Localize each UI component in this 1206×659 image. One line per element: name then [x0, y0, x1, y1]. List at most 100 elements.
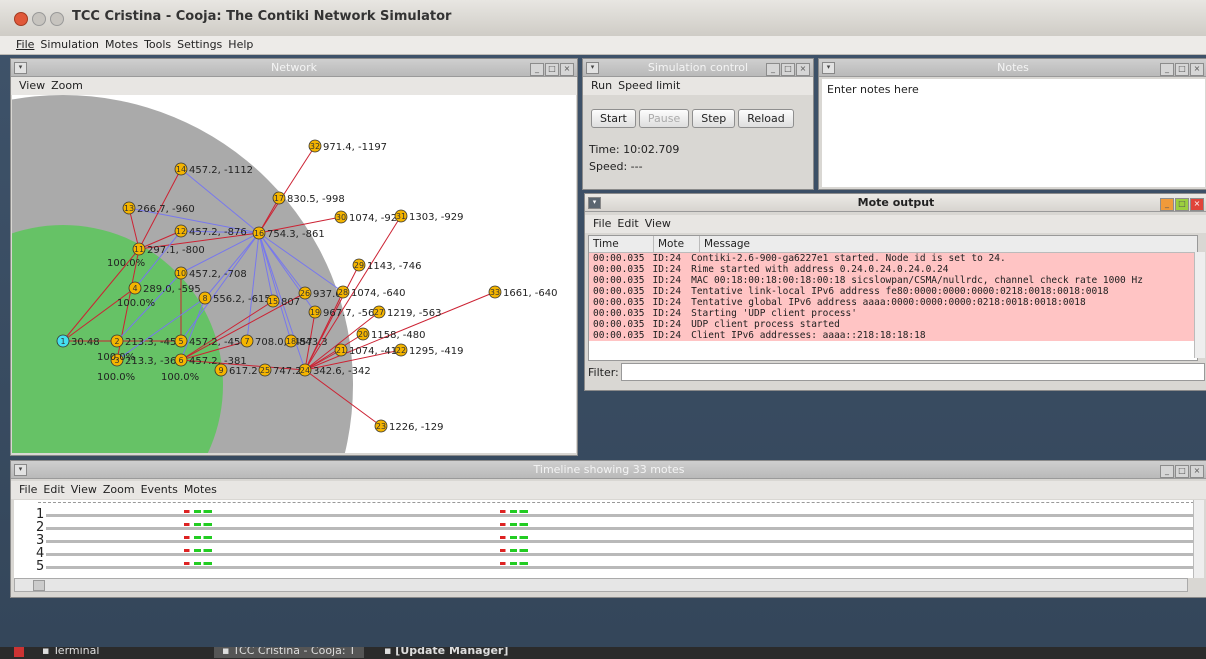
- close-icon[interactable]: ×: [796, 63, 810, 76]
- menu-file[interactable]: File: [593, 217, 611, 230]
- table-row[interactable]: 00:00.035 ID:24 Contiki-2.6-900-ga6227e1 s…: [589, 253, 1149, 264]
- step-button[interactable]: Step: [692, 109, 736, 128]
- menu-speed-limit[interactable]: Speed limit: [618, 79, 680, 92]
- timeline-mote-label[interactable]: 5: [36, 560, 44, 573]
- app-menu-icon[interactable]: [14, 647, 24, 657]
- mote-id: 16: [254, 229, 264, 238]
- iconify-icon[interactable]: _: [1160, 198, 1174, 211]
- table-row[interactable]: 00:00.035 ID:24 Starting 'UDP client proce…: [589, 308, 1149, 319]
- menu-tools[interactable]: Tools: [144, 36, 171, 54]
- menu-zoom[interactable]: Zoom: [103, 483, 135, 496]
- maximize-icon[interactable]: □: [1175, 198, 1189, 211]
- menu-run[interactable]: Run: [591, 79, 612, 92]
- menu-simulation[interactable]: Simulation: [40, 36, 99, 54]
- table-row[interactable]: 00:00.035 ID:24 MAC 00:18:00:18:00:18:00:1…: [589, 275, 1149, 286]
- reload-button[interactable]: Reload: [738, 109, 794, 128]
- menu-settings[interactable]: Settings: [177, 36, 222, 54]
- update-icon: ▪: [384, 647, 396, 657]
- timeline-vscrollbar[interactable]: [1193, 500, 1204, 578]
- mote-22[interactable]: 22 1295, -419: [394, 343, 464, 357]
- taskbar-item-update-manager[interactable]: ▪ [Update Manager]: [384, 647, 508, 658]
- start-button[interactable]: Start: [591, 109, 636, 128]
- pause-button[interactable]: Pause: [638, 109, 690, 128]
- iconify-icon[interactable]: _: [530, 63, 544, 76]
- timeline-canvas[interactable]: 12345: [14, 500, 1194, 578]
- mote-output-table[interactable]: Time Mote Message 00:00.035 ID:24 Contiki-…: [588, 235, 1198, 361]
- radio-event-marker: [184, 510, 212, 513]
- menu-motes[interactable]: Motes: [105, 36, 138, 54]
- close-window-icon[interactable]: [14, 12, 28, 26]
- mote-id: 21: [336, 346, 346, 355]
- menu-motes[interactable]: Motes: [184, 483, 217, 496]
- mote-9[interactable]: 9 617.2: [214, 363, 258, 377]
- close-icon[interactable]: ×: [560, 63, 574, 76]
- simcontrol-titlebar[interactable]: ▾ Simulation control _ □ ×: [583, 59, 813, 77]
- column-message[interactable]: Message: [699, 236, 750, 252]
- menu-help[interactable]: Help: [228, 36, 253, 54]
- table-row[interactable]: 00:00.035 ID:24 Tentative global IPv6 addr…: [589, 297, 1149, 308]
- cell-time: 00:00.035: [593, 275, 645, 286]
- mote-30[interactable]: 30 1074, -929: [334, 210, 404, 224]
- cell-mote: ID:24: [652, 308, 682, 319]
- mote-27[interactable]: 27 1219, -563: [372, 305, 442, 319]
- network-menu-view[interactable]: View: [19, 79, 45, 92]
- network-canvas[interactable]: 1 30.48 2 213.3, -4573 213.3, -3614 289.0, -5…: [12, 95, 576, 453]
- taskbar-item-terminal[interactable]: ▪ Terminal: [42, 647, 99, 658]
- mote-25[interactable]: 25 747.2: [258, 363, 302, 377]
- cell-message: UDP client process started: [691, 319, 840, 330]
- mote-15[interactable]: 15 807: [266, 294, 300, 308]
- menu-view[interactable]: View: [645, 217, 671, 230]
- iconify-icon[interactable]: _: [1160, 465, 1174, 478]
- output-scrollbar[interactable]: [1194, 252, 1205, 358]
- close-icon[interactable]: ×: [1190, 198, 1204, 211]
- iconify-icon[interactable]: _: [766, 63, 780, 76]
- column-time[interactable]: Time: [593, 236, 619, 252]
- cell-mote: ID:24: [652, 286, 682, 297]
- menu-events[interactable]: Events: [141, 483, 178, 496]
- network-titlebar[interactable]: ▾ Network _ □ ×: [11, 59, 577, 77]
- table-row[interactable]: 00:00.035 ID:24 Tentative link-local IPv6 …: [589, 286, 1149, 297]
- timeline-hscrollbar[interactable]: [14, 578, 1188, 592]
- taskbar-item-cooja[interactable]: ▪ TCC Cristina - Cooja: T: [214, 647, 364, 658]
- close-icon[interactable]: ×: [1190, 465, 1204, 478]
- timeline-titlebar[interactable]: ▾ Timeline showing 33 motes _ □ ×: [11, 461, 1206, 479]
- menu-edit[interactable]: Edit: [43, 483, 64, 496]
- table-row[interactable]: 00:00.035 ID:24 UDP client process started: [589, 319, 1149, 330]
- minimize-window-icon[interactable]: [32, 12, 46, 26]
- maximize-icon[interactable]: □: [1175, 465, 1189, 478]
- cell-time: 00:00.035: [593, 319, 645, 330]
- mote-position-label: 457.2, -1112: [189, 165, 253, 176]
- notes-titlebar[interactable]: ▾ Notes _ □ ×: [819, 59, 1206, 77]
- moteoutput-titlebar[interactable]: ▾ Mote output _ □ ×: [585, 194, 1206, 212]
- maximize-window-icon[interactable]: [50, 12, 64, 26]
- menu-file[interactable]: File: [16, 36, 34, 54]
- mote-id: 8: [202, 294, 207, 303]
- notes-textarea[interactable]: Enter notes here: [822, 79, 1205, 187]
- maximize-icon[interactable]: □: [545, 63, 559, 76]
- mote-28[interactable]: 28 1074, -640: [336, 285, 406, 299]
- mote-33[interactable]: 33 1661, -640: [488, 285, 558, 299]
- maximize-icon[interactable]: □: [1175, 63, 1189, 76]
- mote-31[interactable]: 31 1303, -929: [394, 209, 464, 223]
- radio-event-marker: [500, 549, 528, 552]
- mote-23[interactable]: 23 1226, -129: [374, 419, 444, 433]
- mote-18[interactable]: 18 843.3: [284, 334, 328, 348]
- network-menu-zoom[interactable]: Zoom: [51, 79, 83, 92]
- table-row[interactable]: 00:00.035 ID:24 Rime started with address …: [589, 264, 1149, 275]
- maximize-icon[interactable]: □: [781, 63, 795, 76]
- mote-26[interactable]: 26 937.6: [298, 286, 342, 300]
- mote-32[interactable]: 32 971.4, -1197: [308, 139, 387, 153]
- menu-file[interactable]: File: [19, 483, 37, 496]
- mote-20[interactable]: 20 1158, -480: [356, 327, 426, 341]
- iconify-icon[interactable]: _: [1160, 63, 1174, 76]
- filter-input[interactable]: [621, 363, 1205, 381]
- menu-view[interactable]: View: [71, 483, 97, 496]
- mote-29[interactable]: 29 1143, -746: [352, 258, 422, 272]
- scroll-thumb[interactable]: [33, 580, 45, 591]
- mote-position-label: 1074, -640: [351, 288, 406, 299]
- close-icon[interactable]: ×: [1190, 63, 1204, 76]
- menu-edit[interactable]: Edit: [617, 217, 638, 230]
- table-row[interactable]: 00:00.035 ID:24 Client IPv6 addresses: aaa…: [589, 330, 1149, 341]
- column-mote[interactable]: Mote: [653, 236, 684, 252]
- mote-1[interactable]: 1 30.48: [56, 334, 100, 348]
